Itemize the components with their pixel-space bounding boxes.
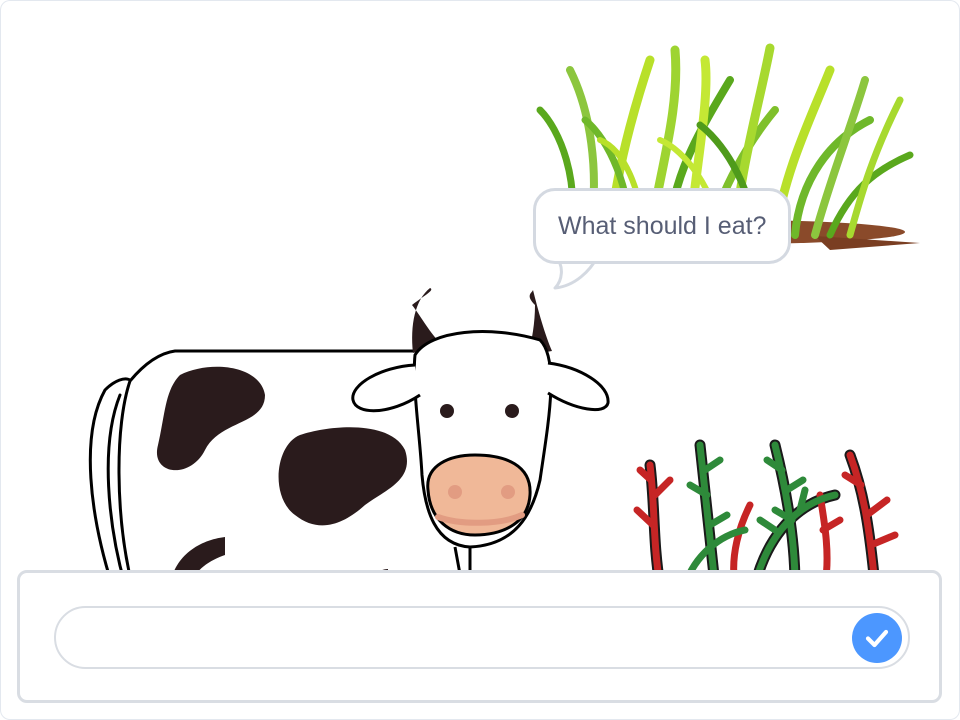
submit-answer-button[interactable] (852, 613, 902, 663)
cow-sprite[interactable] (70, 285, 630, 585)
plant-sprite[interactable] (625, 435, 915, 585)
speech-bubble: What should I eat? (533, 188, 792, 264)
ask-prompt (17, 570, 942, 703)
stage: What should I eat? (0, 0, 960, 720)
speech-bubble-text: What should I eat? (558, 211, 767, 240)
check-icon (865, 629, 889, 648)
answer-input[interactable] (54, 606, 910, 669)
